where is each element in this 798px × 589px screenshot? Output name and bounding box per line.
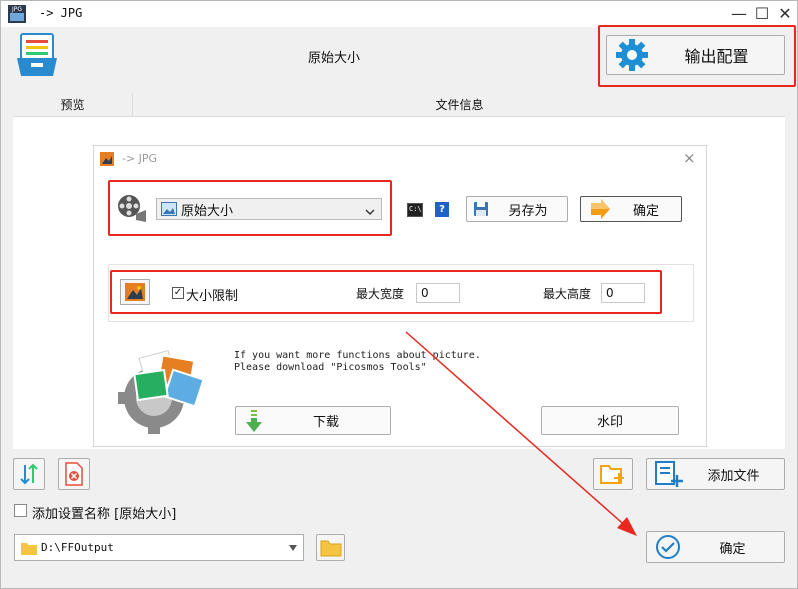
confirm-label: 确定 — [719, 541, 746, 557]
annotation-preset-select — [108, 180, 392, 236]
watermark-button[interactable]: 水印 — [541, 406, 679, 435]
delete-file-icon — [65, 462, 83, 486]
promo-line-1: If you want more functions about picture… — [234, 350, 481, 361]
floppy-disk-icon — [473, 201, 489, 217]
command-line-icon-text: C:\ — [409, 205, 422, 213]
caret-down-icon — [289, 544, 297, 551]
annotation-output-config — [598, 25, 796, 87]
download-label: 下载 — [312, 415, 339, 430]
command-line-icon[interactable]: C:\ — [407, 203, 423, 217]
download-button[interactable]: 下载 — [235, 406, 391, 435]
annotation-size-limit — [110, 270, 662, 314]
help-icon-label: ? — [439, 204, 445, 215]
tab-file-info[interactable]: 文件信息 — [134, 93, 785, 117]
minimize-button[interactable]: — — [729, 4, 749, 24]
close-button[interactable]: ✕ — [775, 4, 795, 24]
add-file-button[interactable]: 添加文件 — [646, 458, 785, 490]
promo-line-2: Please download "Picosmos Tools" — [234, 362, 427, 373]
main-window: JPG -> JPG — ☐ ✕ 原始大小 输出配置 预览 文件信息 -> JP… — [0, 0, 798, 589]
preset-name: 原始大小 — [308, 51, 361, 66]
tab-preview-label: 预览 — [60, 98, 85, 112]
add-setting-name-label: 添加设置名称 [原始大小] — [32, 507, 177, 522]
title-bar: JPG -> JPG — ☐ ✕ — [1, 1, 797, 27]
dialog-ok-button[interactable]: 确定 — [580, 196, 682, 222]
add-setting-name-checkbox[interactable] — [14, 504, 27, 517]
app-icon: JPG — [7, 4, 27, 24]
sort-icon — [20, 463, 38, 485]
window-title: -> JPG — [39, 6, 83, 20]
dialog-close-button[interactable]: × — [683, 149, 696, 167]
preset-list-icon — [15, 32, 59, 78]
add-file-label: 添加文件 — [707, 468, 760, 484]
picosmos-logo-icon — [108, 346, 208, 436]
dialog-icon — [100, 152, 114, 166]
folder-icon — [21, 542, 37, 555]
save-as-label: 另存为 — [508, 203, 548, 219]
output-path-select[interactable]: D:\FFOutput — [14, 534, 304, 561]
maximize-button[interactable]: ☐ — [752, 4, 772, 24]
open-folder-icon — [320, 540, 341, 556]
dialog-title: -> JPG — [122, 152, 158, 165]
output-path-value: D:\FFOutput — [41, 541, 114, 554]
dialog-ok-label: 确定 — [632, 203, 659, 219]
remove-file-button[interactable] — [58, 458, 90, 490]
add-folder-button[interactable] — [593, 458, 633, 490]
app-icon-text: JPG — [11, 6, 22, 13]
add-folder-icon — [600, 465, 624, 484]
help-icon[interactable]: ? — [435, 202, 449, 217]
watermark-label: 水印 — [596, 415, 623, 430]
save-as-button[interactable]: 另存为 — [466, 196, 568, 222]
download-arrow-icon — [246, 409, 262, 432]
confirm-button[interactable]: 确定 — [646, 531, 785, 563]
tab-preview[interactable]: 预览 — [13, 93, 133, 117]
arrow-right-icon — [589, 199, 611, 219]
add-file-icon — [655, 461, 683, 487]
check-circle-icon — [656, 535, 680, 559]
sort-button[interactable] — [13, 458, 45, 490]
browse-folder-button[interactable] — [316, 534, 345, 561]
file-list-header: 预览 文件信息 — [13, 93, 785, 117]
tab-file-info-label: 文件信息 — [435, 98, 484, 112]
output-setting-dialog: -> JPG × 原始大小 C:\ ? 另存为 确定 ✓ 大小限制 最大宽度 0… — [93, 145, 707, 447]
